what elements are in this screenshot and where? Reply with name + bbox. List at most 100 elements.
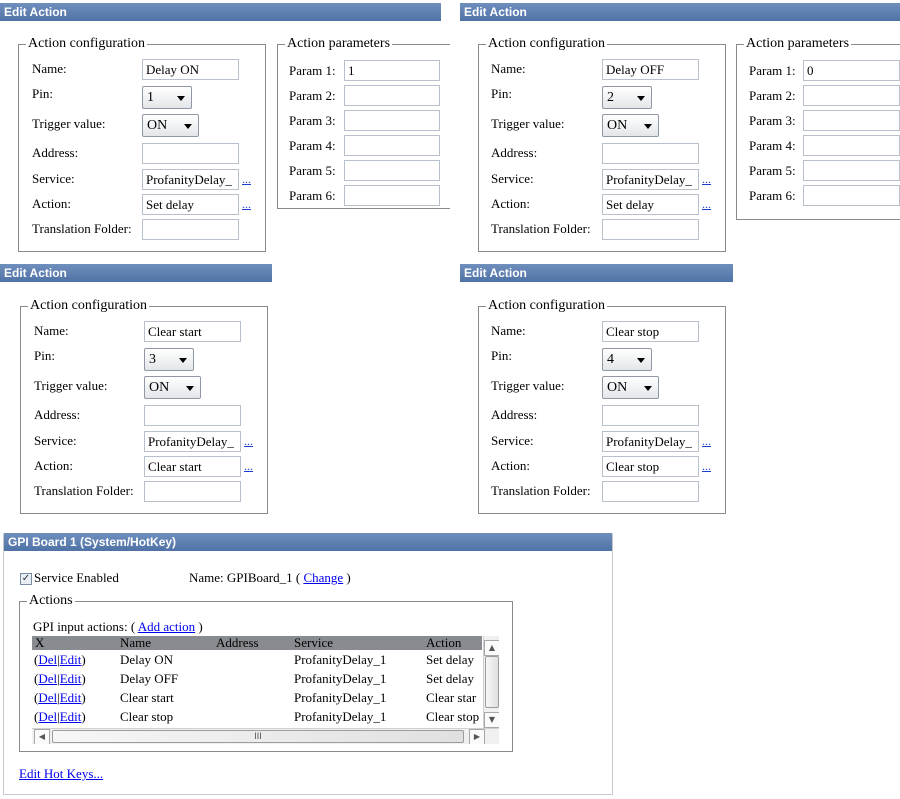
board-name-label: Name: GPIBoard_1 ( xyxy=(189,570,301,585)
row-controls: (Del|Edit) xyxy=(34,708,86,726)
group-legend: Action parameters xyxy=(285,36,393,52)
action-browse-link[interactable]: ... xyxy=(242,197,251,211)
trigger-value-select[interactable]: ON xyxy=(144,376,201,399)
pin-label: Pin: xyxy=(34,348,55,363)
gpi-board-panel: GPI Board 1 (System/HotKey) ✓ Service En… xyxy=(3,533,613,795)
param-6-input[interactable] xyxy=(344,185,440,206)
action-input[interactable]: Clear start xyxy=(144,456,241,477)
translation-folder-input[interactable] xyxy=(602,219,699,240)
trigger-value-select[interactable]: ON xyxy=(142,114,199,137)
delete-link[interactable]: Del xyxy=(38,652,57,667)
row-service: ProfanityDelay_1 xyxy=(294,652,387,667)
action-browse-link[interactable]: ... xyxy=(702,197,711,211)
chevron-down-icon xyxy=(177,96,185,101)
service-input[interactable]: ProfanityDelay_ xyxy=(144,431,241,452)
pin-select[interactable]: 4 xyxy=(602,348,652,371)
param-2-label: Param 2: xyxy=(289,88,336,103)
edit-link[interactable]: Edit xyxy=(60,671,82,686)
param-3-input[interactable] xyxy=(803,110,900,131)
horizontal-scrollbar[interactable]: ◀ III ▶ xyxy=(32,728,499,744)
vertical-scrollbar[interactable]: ▲ ▼ xyxy=(483,636,499,728)
param-5-label: Param 5: xyxy=(749,163,796,178)
row-service: ProfanityDelay_1 xyxy=(294,671,387,686)
param-1-input[interactable]: 0 xyxy=(803,60,900,81)
name-input[interactable]: Delay OFF xyxy=(602,59,699,80)
address-input[interactable] xyxy=(602,405,699,426)
column-header-service[interactable]: Service xyxy=(294,636,333,649)
row-name: Clear stop xyxy=(120,709,174,724)
trigger-value-select[interactable]: ON xyxy=(602,114,659,137)
gpi-board-title: GPI Board 1 (System/HotKey) xyxy=(4,533,612,551)
service-browse-link[interactable]: ... xyxy=(244,434,253,448)
edit-action-panel-3: Edit Action Action configuration Name: C… xyxy=(0,262,280,522)
param-2-input[interactable] xyxy=(803,85,900,106)
address-input[interactable] xyxy=(602,143,699,164)
pin-label: Pin: xyxy=(491,86,512,101)
edit-hot-keys-link[interactable]: Edit Hot Keys... xyxy=(19,766,103,782)
param-3-input[interactable] xyxy=(344,110,440,131)
column-header-x[interactable]: X xyxy=(35,636,44,649)
group-legend: Action configuration xyxy=(28,298,150,314)
column-header-address[interactable]: Address xyxy=(216,636,259,649)
service-input[interactable]: ProfanityDelay_ xyxy=(602,431,699,452)
horizontal-scroll-thumb[interactable]: III xyxy=(52,730,464,743)
translation-folder-input[interactable] xyxy=(602,481,699,502)
arrow-up-icon[interactable]: ▲ xyxy=(484,640,499,656)
row-name: Clear start xyxy=(120,690,174,705)
param-5-input[interactable] xyxy=(344,160,440,181)
address-input[interactable] xyxy=(142,143,239,164)
trigger-value: ON xyxy=(607,118,628,133)
action-input[interactable]: Set delay xyxy=(602,194,699,215)
service-input[interactable]: ProfanityDelay_ xyxy=(602,169,699,190)
action-browse-link[interactable]: ... xyxy=(244,459,253,473)
param-2-input[interactable] xyxy=(344,85,440,106)
column-header-action[interactable]: Action xyxy=(426,636,461,649)
name-input[interactable]: Clear stop xyxy=(602,321,699,342)
panel-title: Edit Action xyxy=(0,264,272,282)
arrow-down-icon[interactable]: ▼ xyxy=(484,712,499,728)
action-input[interactable]: Clear stop xyxy=(602,456,699,477)
pin-label: Pin: xyxy=(32,86,53,101)
arrow-right-icon[interactable]: ▶ xyxy=(469,729,485,744)
service-browse-link[interactable]: ... xyxy=(242,172,251,186)
service-input[interactable]: ProfanityDelay_ xyxy=(142,169,239,190)
pin-select[interactable]: 1 xyxy=(142,86,192,109)
service-label: Service: xyxy=(491,433,534,448)
gpi-input-actions-close: ) xyxy=(198,619,203,634)
param-6-input[interactable] xyxy=(803,185,900,206)
delete-link[interactable]: Del xyxy=(38,690,57,705)
add-action-link[interactable]: Add action xyxy=(138,619,195,634)
group-legend: Action configuration xyxy=(486,36,608,52)
service-browse-link[interactable]: ... xyxy=(702,172,711,186)
translation-folder-input[interactable] xyxy=(142,219,239,240)
gpi-input-actions-label: GPI input actions: ( xyxy=(33,619,136,634)
pin-select[interactable]: 2 xyxy=(602,86,652,109)
action-input[interactable]: Set delay xyxy=(142,194,239,215)
param-5-input[interactable] xyxy=(803,160,900,181)
pin-value: 3 xyxy=(149,352,156,367)
trigger-value-select[interactable]: ON xyxy=(602,376,659,399)
row-action: Set delay xyxy=(426,652,475,667)
name-input[interactable]: Delay ON xyxy=(142,59,239,80)
param-4-input[interactable] xyxy=(344,135,440,156)
delete-link[interactable]: Del xyxy=(38,709,57,724)
edit-link[interactable]: Edit xyxy=(60,690,82,705)
service-enabled-checkbox[interactable]: ✓ xyxy=(20,573,32,585)
param-4-label: Param 4: xyxy=(749,138,796,153)
action-browse-link[interactable]: ... xyxy=(702,459,711,473)
change-name-link[interactable]: Change xyxy=(303,570,343,585)
delete-link[interactable]: Del xyxy=(38,671,57,686)
name-input[interactable]: Clear start xyxy=(144,321,241,342)
vertical-scroll-thumb[interactable] xyxy=(485,656,499,708)
edit-link[interactable]: Edit xyxy=(60,652,82,667)
edit-link[interactable]: Edit xyxy=(60,709,82,724)
address-input[interactable] xyxy=(144,405,241,426)
column-header-name[interactable]: Name xyxy=(120,636,151,649)
param-4-input[interactable] xyxy=(803,135,900,156)
service-browse-link[interactable]: ... xyxy=(702,434,711,448)
board-name-text: Name: GPIBoard_1 ( Change ) xyxy=(189,570,351,586)
pin-select[interactable]: 3 xyxy=(144,348,194,371)
translation-folder-input[interactable] xyxy=(144,481,241,502)
param-1-input[interactable]: 1 xyxy=(344,60,440,81)
arrow-left-icon[interactable]: ◀ xyxy=(34,729,50,744)
